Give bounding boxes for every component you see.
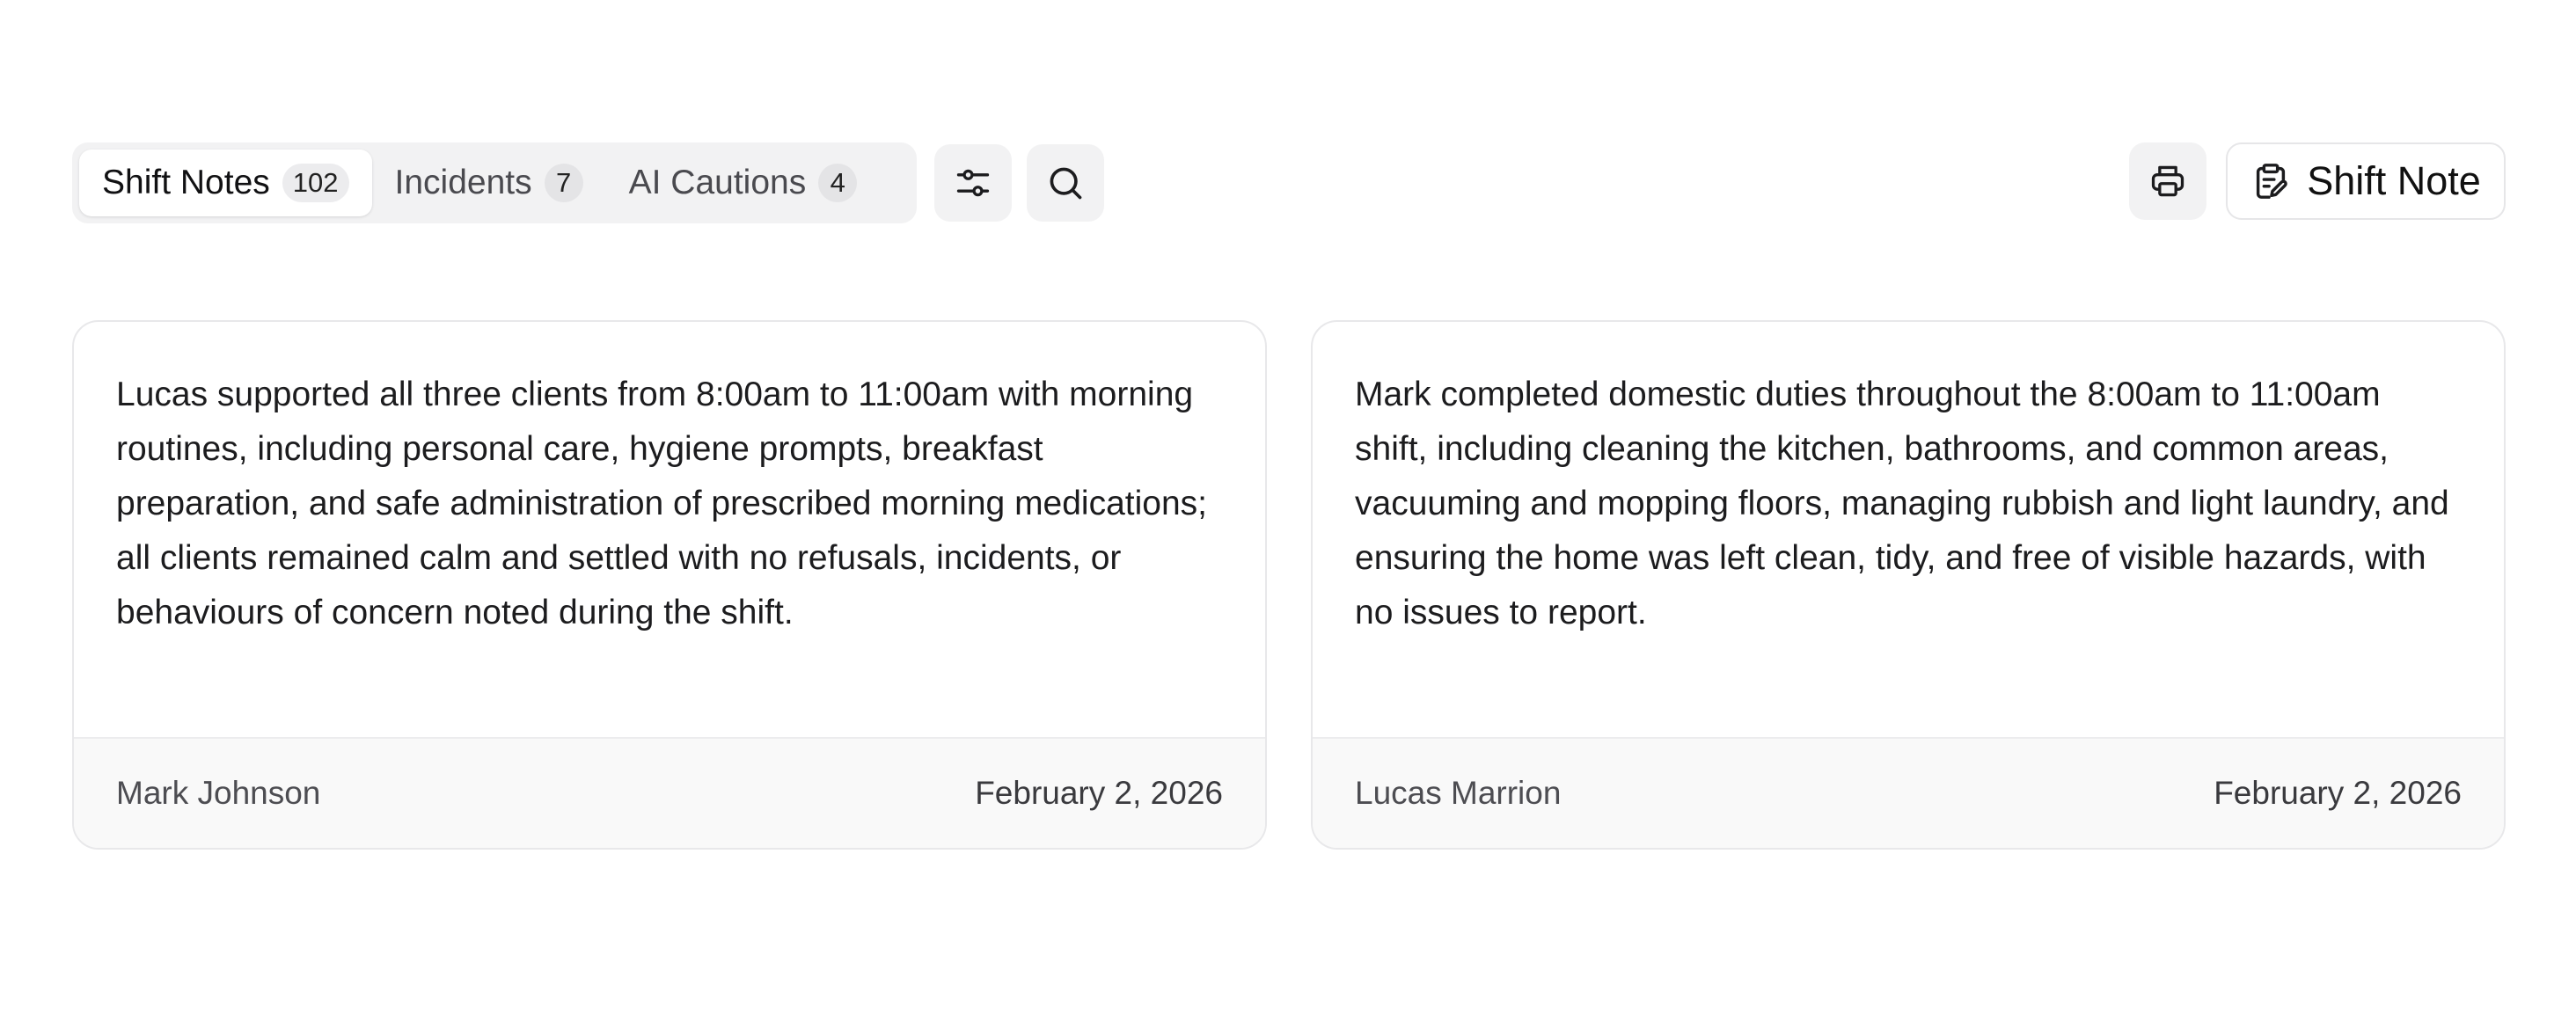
- print-button[interactable]: [2129, 142, 2206, 220]
- shift-note-text: Mark completed domestic duties throughou…: [1355, 376, 2449, 631]
- shift-note-footer: Lucas Marrion February 2, 2026: [1313, 737, 2504, 848]
- tab-count-badge: 102: [282, 164, 349, 202]
- tab-count-badge: 7: [544, 164, 583, 202]
- tab-incidents[interactable]: Incidents 7: [372, 150, 606, 216]
- shift-note-text: Lucas supported all three clients from 8…: [116, 376, 1208, 631]
- shift-note-date: February 2, 2026: [975, 775, 1223, 811]
- clipboard-edit-icon: [2257, 164, 2287, 199]
- tab-ai-cautions[interactable]: AI Cautions 4: [606, 150, 881, 216]
- sliders-icon: [956, 169, 990, 197]
- tab-label: AI Cautions: [628, 164, 807, 201]
- shift-note-date: February 2, 2026: [2214, 775, 2462, 811]
- shift-note-footer: Mark Johnson February 2, 2026: [74, 737, 1265, 848]
- shift-note-author: Lucas Marrion: [1355, 775, 1562, 811]
- tab-label: Shift Notes: [102, 164, 270, 201]
- tab-shift-notes[interactable]: Shift Notes 102: [79, 150, 372, 216]
- new-shift-note-label: Shift Note: [2307, 158, 2481, 203]
- toolbar: Shift Notes 102 Incidents 7 AI Cautions …: [72, 142, 2506, 223]
- shift-note-card[interactable]: Mark completed domestic duties throughou…: [1311, 320, 2506, 850]
- tab-bar: Shift Notes 102 Incidents 7 AI Cautions …: [72, 142, 917, 223]
- tab-label: Incidents: [394, 164, 532, 201]
- filter-button[interactable]: [934, 144, 1012, 222]
- shift-note-author: Mark Johnson: [116, 775, 321, 811]
- tab-count-badge: 4: [818, 164, 858, 202]
- new-shift-note-button[interactable]: Shift Note: [2226, 142, 2506, 220]
- shift-note-card[interactable]: Lucas supported all three clients from 8…: [72, 320, 1267, 850]
- printer-icon: [2151, 165, 2184, 197]
- search-button[interactable]: [1027, 144, 1104, 222]
- search-icon: [1050, 167, 1082, 200]
